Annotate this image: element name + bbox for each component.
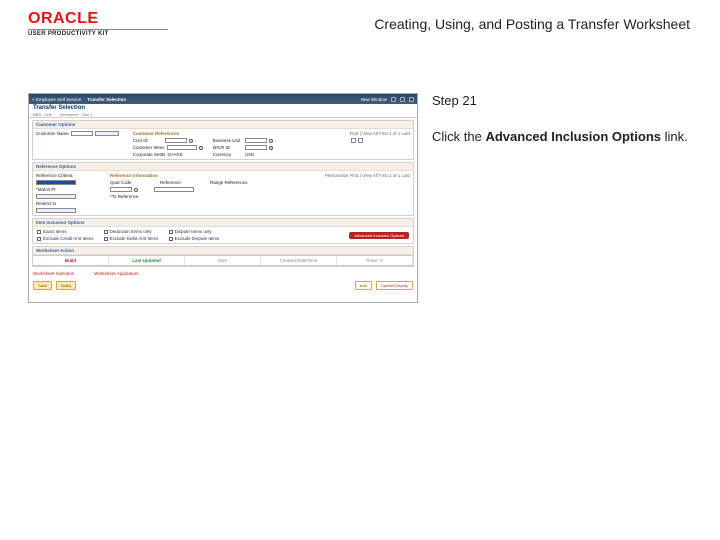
page-title: Transfer Selection xyxy=(33,105,95,111)
checkbox-label: Deduction Items only xyxy=(110,229,152,234)
qual-code-input[interactable] xyxy=(110,187,132,192)
add-button[interactable]: Add xyxy=(355,281,372,290)
qual-code-label: Qual Code xyxy=(110,180,140,185)
instruction-bold: Advanced Inclusion Options xyxy=(485,129,661,144)
reference-input[interactable] xyxy=(154,187,194,192)
instruction-pre: Click the xyxy=(432,129,485,144)
breadcrumb: BBB . Unit . xyxy=(33,112,54,117)
notify-button[interactable]: Notify xyxy=(56,281,76,290)
dispute-check[interactable] xyxy=(169,230,173,234)
cust-ref-header: Customer References xyxy=(133,131,180,136)
tab-created[interactable]: Created Date/Time xyxy=(261,256,337,265)
section-header: Customer Options xyxy=(33,121,413,129)
excl-credit-check[interactable] xyxy=(37,237,41,241)
ref-info-header: Reference Information xyxy=(110,173,158,178)
exact-items-check[interactable] xyxy=(37,230,41,234)
oracle-logo: ORACLE xyxy=(28,10,168,28)
customer-options-section: Customer Options Customer Name Customer … xyxy=(32,120,414,160)
instruction-panel: Step 21 Click the Advanced Inclusion Opt… xyxy=(432,93,692,303)
excl-debit-check[interactable] xyxy=(104,237,108,241)
search-icon[interactable] xyxy=(134,188,138,192)
checkbox-label: Exclude Debit Amt Items xyxy=(110,236,159,241)
checkbox-label: Exclude Credit Amt Items xyxy=(43,236,94,241)
setid-value: SHARE xyxy=(167,152,183,157)
restrict-select[interactable] xyxy=(36,208,76,213)
match-pt-label: *Match Pt xyxy=(36,187,66,192)
worksheet-selection-link[interactable]: Worksheet Selection xyxy=(33,271,74,276)
bu-input[interactable] xyxy=(245,138,267,143)
section-header: Worksheet Action xyxy=(33,247,413,255)
ref-criteria-select[interactable] xyxy=(36,180,76,185)
upk-subtitle: USER PRODUCTIVITY KIT xyxy=(28,29,168,37)
to-ref-label: *To Reference xyxy=(110,194,140,199)
match-pt-select[interactable] xyxy=(36,194,76,199)
checkbox-label: Exclude Dispute Items xyxy=(175,236,220,241)
home-icon[interactable] xyxy=(391,97,396,102)
step-instruction: Click the Advanced Inclusion Options lin… xyxy=(432,128,692,146)
checkbox-label: Dispute Items only xyxy=(175,229,212,234)
reference-options-section: Reference Options Reference Criteria *Ma… xyxy=(32,162,414,216)
search-icon[interactable] xyxy=(269,139,273,143)
bu-label: Business Unit xyxy=(213,138,243,143)
pager[interactable]: Find | View All First 1 of 1 Last xyxy=(350,131,410,136)
instruction-post: link. xyxy=(661,129,688,144)
ref-criteria-label: Reference Criteria xyxy=(36,173,73,178)
micr-input[interactable] xyxy=(245,145,267,150)
cust-items-label: Customer Items xyxy=(133,145,165,150)
app-screenshot: < Employee Self Service Transfer Selecti… xyxy=(28,93,418,303)
setid-label: Corporate SetID xyxy=(133,152,166,157)
cust-id-label: Cust ID xyxy=(133,138,163,143)
tab-last-updated[interactable]: Last Updated xyxy=(109,256,185,265)
restrict-label: Restrict to xyxy=(36,201,66,206)
add-row-button[interactable] xyxy=(351,138,356,143)
cust-name-lookup[interactable] xyxy=(95,131,119,136)
help-icon[interactable] xyxy=(409,97,414,102)
nav-back-link[interactable]: < Employee Self Service xyxy=(32,97,81,102)
pager[interactable]: Personalize Find | View All First 1 of 1… xyxy=(325,173,410,178)
currency-label: Currency xyxy=(213,152,243,157)
checkbox-label: Exact Items xyxy=(43,229,67,234)
cust-name-label: Customer Name xyxy=(36,131,69,136)
tab-user[interactable]: User xyxy=(185,256,261,265)
advanced-inclusion-options-link[interactable]: Advanced Inclusion Options xyxy=(349,232,409,239)
app-header: < Employee Self Service Transfer Selecti… xyxy=(29,94,417,104)
new-window-label: New Window xyxy=(361,97,387,102)
step-number: Step 21 xyxy=(432,93,692,108)
search-icon[interactable] xyxy=(199,146,203,150)
currency-value: USD xyxy=(245,152,255,157)
delete-row-button[interactable] xyxy=(358,138,363,143)
breadcrumb: Worksheet . Run 1 . xyxy=(60,112,95,117)
range-ref-label: Range References xyxy=(210,180,248,185)
worksheet-action-section: Worksheet Action Build Last Updated User… xyxy=(32,246,414,267)
item-inclusion-section: Item Inclusion Options Exact Items Exclu… xyxy=(32,218,414,244)
menu-icon[interactable] xyxy=(400,97,405,102)
tab-build[interactable]: Build xyxy=(33,256,109,265)
section-header: Item Inclusion Options xyxy=(33,219,413,227)
deduction-check[interactable] xyxy=(104,230,108,234)
cust-id-input[interactable] xyxy=(165,138,187,143)
micr-label: MICR ID xyxy=(213,145,243,150)
cust-name-input[interactable] xyxy=(71,131,93,136)
update-display-button[interactable]: Update/Display xyxy=(376,281,413,290)
search-icon[interactable] xyxy=(269,146,273,150)
page-subheader: Transfer Selection BBB . Unit . Workshee… xyxy=(29,104,417,118)
reference-label: Reference xyxy=(160,180,190,185)
section-header: Reference Options xyxy=(33,163,413,171)
document-title: Creating, Using, and Posting a Transfer … xyxy=(168,10,700,32)
search-icon[interactable] xyxy=(189,139,193,143)
nav-title: Transfer Selection xyxy=(87,97,126,102)
worksheet-application-link[interactable]: Worksheet Application xyxy=(94,271,138,276)
save-button[interactable]: Save xyxy=(33,281,52,290)
tab-rows: Rows: 0 xyxy=(337,256,413,265)
cust-items-input[interactable] xyxy=(167,145,197,150)
excl-dispute-check[interactable] xyxy=(169,237,173,241)
